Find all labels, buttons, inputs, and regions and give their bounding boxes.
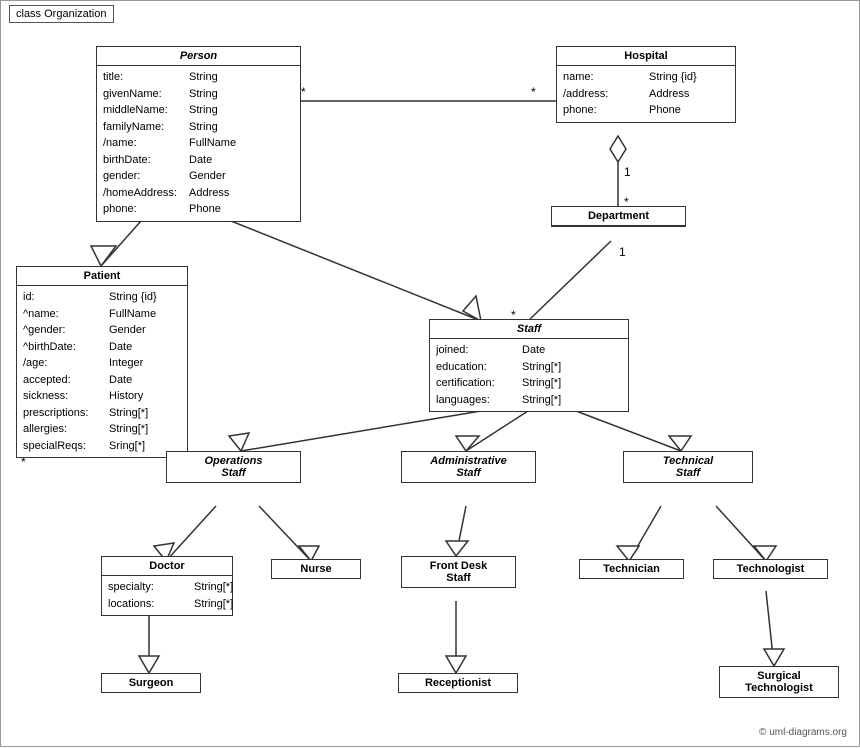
class-department-header: Department [552, 207, 685, 226]
class-surgeon-header: Surgeon [102, 674, 200, 692]
svg-text:1: 1 [624, 165, 631, 179]
class-front-desk: Front DeskStaff [401, 556, 516, 588]
class-person-body: title:String givenName:String middleName… [97, 66, 300, 221]
class-nurse-header: Nurse [272, 560, 360, 578]
class-person: Person title:String givenName:String mid… [96, 46, 301, 222]
class-patient: Patient id:String {id} ^name:FullName ^g… [16, 266, 188, 458]
class-hospital-header: Hospital [557, 47, 735, 66]
class-hospital: Hospital name:String {id} /address:Addre… [556, 46, 736, 123]
class-admin-staff: AdministrativeStaff [401, 451, 536, 483]
class-surgical-tech-header: SurgicalTechnologist [720, 667, 838, 697]
class-department: Department [551, 206, 686, 227]
class-doctor-body: specialty:String[*] locations:String[*] [102, 576, 232, 615]
class-patient-body: id:String {id} ^name:FullName ^gender:Ge… [17, 286, 187, 457]
class-nurse: Nurse [271, 559, 361, 579]
class-hospital-body: name:String {id} /address:Address phone:… [557, 66, 735, 122]
class-staff-body: joined:Date education:String[*] certific… [430, 339, 628, 411]
class-tech-staff: TechnicalStaff [623, 451, 753, 483]
svg-text:1: 1 [619, 245, 626, 259]
class-patient-header: Patient [17, 267, 187, 286]
class-doctor: Doctor specialty:String[*] locations:Str… [101, 556, 233, 616]
class-ops-staff-header: OperationsStaff [167, 452, 300, 482]
copyright: © uml-diagrams.org [759, 727, 847, 738]
class-admin-staff-header: AdministrativeStaff [402, 452, 535, 482]
class-receptionist: Receptionist [398, 673, 518, 693]
class-front-desk-header: Front DeskStaff [402, 557, 515, 587]
class-tech-staff-header: TechnicalStaff [624, 452, 752, 482]
class-surgical-tech: SurgicalTechnologist [719, 666, 839, 698]
svg-text:*: * [301, 85, 306, 99]
class-staff: Staff joined:Date education:String[*] ce… [429, 319, 629, 412]
class-technologist: Technologist [713, 559, 828, 579]
class-technologist-header: Technologist [714, 560, 827, 578]
class-staff-header: Staff [430, 320, 628, 339]
class-receptionist-header: Receptionist [399, 674, 517, 692]
diagram-container: class Organization * * 1 * 1 * * [0, 0, 860, 747]
svg-text:*: * [531, 85, 536, 99]
class-surgeon: Surgeon [101, 673, 201, 693]
class-person-header: Person [97, 47, 300, 66]
class-ops-staff: OperationsStaff [166, 451, 301, 483]
diagram-title: class Organization [9, 5, 114, 23]
class-doctor-header: Doctor [102, 557, 232, 576]
class-technician: Technician [579, 559, 684, 579]
class-technician-header: Technician [580, 560, 683, 578]
